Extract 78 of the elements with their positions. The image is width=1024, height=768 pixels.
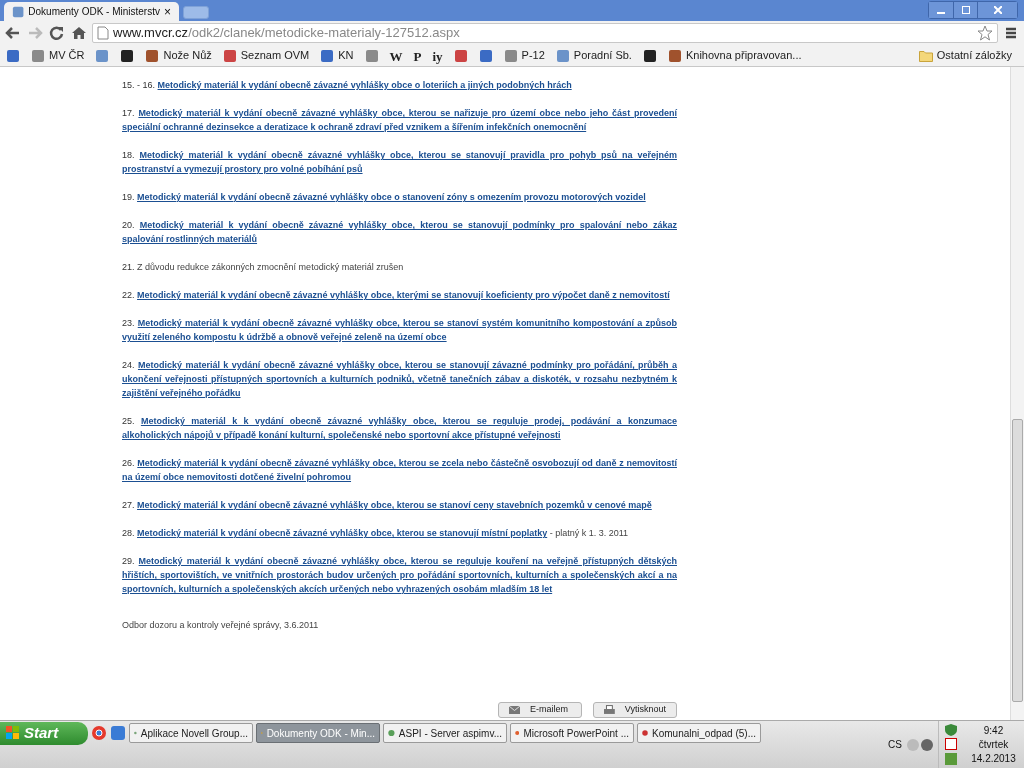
favicon-icon	[503, 48, 518, 63]
tray-icons-drawing	[906, 737, 936, 752]
document-entry[interactable]: 15. - 16. Metodický materiál k vydání obecně závazné vyhlášky obce o loteriích a jiných podobných hrách	[122, 78, 677, 92]
browser-icon[interactable]	[91, 725, 107, 741]
taskbar-button[interactable]: Microsoft PowerPoint ...	[510, 723, 634, 743]
app-icon[interactable]	[110, 725, 126, 741]
bookmark-button[interactable]: Poradní Sb.	[551, 46, 636, 65]
favicon-icon	[320, 48, 335, 63]
home-icon[interactable]	[70, 25, 88, 41]
tab-title: Dokumenty ODK - Ministerstv	[28, 5, 160, 19]
folder-icon	[918, 49, 933, 62]
favicon-icon	[145, 48, 160, 63]
app-icon	[642, 727, 649, 739]
document-entry[interactable]: 17. Metodický materiál k vydání obecně závazné vyhlášky obce, kterou se nařizuje pro území obce nebo jeho část provedení speciální ochranné dezinsekce a deratizace k ochraně zdraví před vznikem a šířením infekčních onemocnění	[122, 106, 677, 134]
document-entry[interactable]: 20. Metodický materiál k vydání obecně závazné vyhlášky obce, kterou se stanovují podmínky pro spalování nebo zákaz spalování rostlinných materiálů	[122, 218, 677, 246]
bookmark-button[interactable]: W	[385, 46, 407, 65]
taskbar-button[interactable]: Komunalni_odpad (5)...	[637, 723, 761, 743]
document-entry[interactable]: 27. Metodický materiál k vydání obecně závazné vyhlášky obce, kterou se stanoví ceny stavebních pozemků v cenové mapě	[122, 498, 677, 512]
printer-icon	[604, 705, 615, 715]
tray-icon	[945, 752, 957, 765]
favicon-icon	[120, 48, 135, 63]
square-icon	[945, 738, 957, 751]
bookmark-button[interactable]: Nože Nůž	[141, 46, 216, 65]
back-icon[interactable]	[4, 25, 22, 41]
document-entry[interactable]: 26. Metodický materiál k vydání obecně závazné vyhlášky obce, kterou se zcela nebo částečně osvobozují od daně z nemovitostí na území obce nemovitosti dotčené živelní pohromou	[122, 456, 677, 484]
scrollbar[interactable]	[1010, 67, 1024, 720]
clock-time: 9:42	[983, 723, 1004, 738]
bookmark-button[interactable]: iy	[428, 46, 447, 65]
item-text: 21. Z důvodu redukce zákonných zmocnění metodický materiál zrušen	[122, 261, 405, 274]
url-text: www.mvcr.cz/odk2/clanek/metodicke-materialy-127512.aspx	[113, 24, 461, 43]
email-button[interactable]: E-mailem	[498, 702, 582, 718]
favicon-icon	[222, 48, 237, 63]
document-entry[interactable]: 18. Metodický materiál k vydání obecně závazné vyhlášky obce, kterou se stanovují pravidla pro pohyb psů na veřejném prostranství a vymezují prostory pro volné pobíhání psů	[122, 148, 677, 176]
page-icon	[97, 26, 109, 40]
app-icon	[388, 727, 395, 739]
clock-day: čtvrtek	[978, 737, 1009, 752]
tab-close[interactable]: ×	[164, 2, 171, 21]
favicon-icon	[642, 48, 657, 63]
favicon-icon	[667, 48, 682, 63]
taskbar-button[interactable]: ASPI - Server aspimv...	[383, 723, 507, 743]
document-entry[interactable]: 22. Metodický materiál k vydání obecně závazné vyhlášky obce, kterými se stanovují koeficienty pro výpočet daně z nemovitostí	[122, 288, 677, 302]
reload-icon[interactable]	[48, 25, 66, 41]
favicon-icon	[12, 4, 25, 19]
footer-note: Odbor dozoru a kontroly veřejné správy, 3.6.2011	[122, 619, 320, 632]
favicon-icon	[6, 48, 20, 63]
print-button[interactable]: Vytisknout	[593, 702, 677, 718]
favicon-icon	[453, 48, 468, 63]
close-icon[interactable]	[993, 6, 1002, 14]
favicon-icon	[555, 48, 570, 63]
scroll-thumb[interactable]	[1012, 419, 1023, 702]
bookmark-button[interactable]: Seznam OVM	[218, 46, 314, 65]
address-bar[interactable]: www.mvcr.cz/odk2/clanek/metodicke-materialy-127512.aspx	[92, 23, 998, 43]
bookmark-button[interactable]: MV ČR	[27, 46, 89, 65]
bookmark-button[interactable]: KN	[316, 46, 358, 65]
document-entry[interactable]: 24. Metodický materiál k vydání obecně závazné vyhlášky obce, kterou se stanovují závazné podmínky pro pořádání, průběh a ukončení veřejnosti přístupných sportovních a kulturních podniků, včetně tanečních zábav a diskoték, v rozsahu nezbytném k zajištění veřejného pořádku	[122, 358, 677, 400]
restore-icon[interactable]	[953, 2, 977, 18]
bookmark-button[interactable]: P	[409, 46, 426, 65]
document-entry[interactable]: 23. Metodický materiál k vydání obecně závazné vyhlášky obce, kterou se stanoví systém komunitního kompostování a způsob využití zeleného kompostu k údržbě a obnově veřejné zeleně na území obce	[122, 316, 677, 344]
language-indicator[interactable]: CS	[888, 737, 902, 752]
document-entry[interactable]: 28. Metodický materiál k vydání obecně závazné vyhlášky obce, kterou se stanovují místní poplatky - platný k 1. 3. 2011	[122, 526, 677, 540]
envelope-icon	[509, 706, 520, 714]
document-entry[interactable]: 19. Metodický materiál k vydání obecně závazné vyhlášky obce o stanovení zóny s omezením provozu motorových vozidel	[122, 190, 677, 204]
favicon-icon	[478, 48, 493, 63]
shield-icon	[945, 724, 957, 737]
bookmark-button[interactable]: P-12	[499, 46, 549, 65]
document-entry[interactable]: 29. Metodický materiál k vydání obecně závazné vyhlášky obce, kterou se reguluje kouření na veřejně přístupných dětských hřištích, sportovištích, ve vnitřních prostorách budov určených pro pořádání sportovních, kulturních a společenských akcí a na sportovních, kulturních a společenských akcích určených nebo vyhrazených osobám mladším 18 let	[122, 554, 677, 596]
other-bookmarks-button[interactable]: Ostatní záložky	[914, 47, 1016, 64]
windows-logo-icon	[6, 726, 20, 740]
minimize-icon[interactable]	[929, 2, 953, 18]
taskbar-button[interactable]: Aplikace Novell Group...	[129, 723, 253, 743]
browser-tab[interactable]: Dokumenty ODK - Ministerstv ×	[4, 2, 179, 21]
document-entry[interactable]: 25. Metodický materiál k k vydání obecně závazné vyhlášky obce, kterou se reguluje prodej, podávání a konzumace alkoholických nápojů v případě konání kulturní, společenské nebo sportovní akce přístupné veřejnosti	[122, 414, 677, 442]
favicon-icon	[364, 48, 379, 63]
favicon-icon	[31, 48, 45, 63]
star-icon[interactable]	[977, 25, 993, 41]
bookmark-button[interactable]: Knihovna připravovan...	[663, 46, 806, 65]
favicon-icon	[95, 48, 110, 63]
clock-date: 14.2.2013	[971, 751, 1016, 766]
